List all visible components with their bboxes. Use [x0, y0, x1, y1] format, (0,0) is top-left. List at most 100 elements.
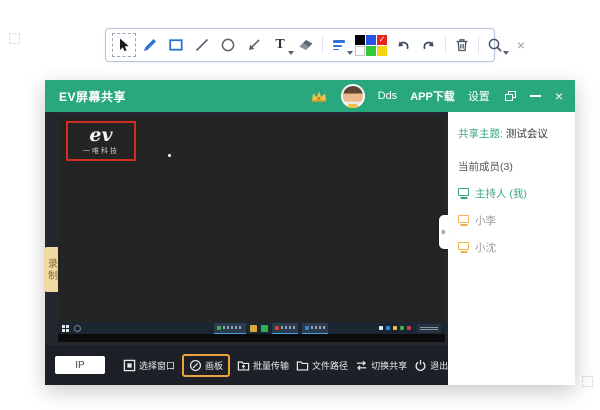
ip-button[interactable]: IP [55, 356, 105, 374]
start-button-icon [62, 325, 69, 332]
batch-transfer-button[interactable]: 批量传输 [237, 359, 289, 372]
select-window-button[interactable]: 选择窗口 [123, 359, 175, 372]
member-row[interactable]: 小李 [458, 213, 569, 228]
annotation-toolbar: T ✓ [105, 28, 495, 62]
toolbar-divider [478, 36, 479, 54]
undo-icon [395, 37, 411, 53]
color-swatch-green[interactable] [366, 46, 376, 56]
redo-button[interactable] [419, 35, 439, 55]
color-swatch-yellow[interactable] [377, 46, 387, 56]
dropdown-caret-icon [288, 51, 294, 55]
switch-share-button[interactable]: 切换共享 [355, 359, 407, 372]
search-icon [74, 325, 81, 332]
line-width-tool[interactable] [329, 35, 349, 55]
remote-system-tray [379, 324, 441, 333]
batch-transfer-icon [237, 359, 250, 372]
file-path-button[interactable]: 文件路径 [296, 359, 348, 372]
redo-icon [421, 37, 437, 53]
undo-button[interactable] [393, 35, 413, 55]
member-row[interactable]: 小沈 [458, 240, 569, 255]
preview-letterbox [58, 334, 445, 342]
ellipse-tool[interactable] [218, 35, 238, 55]
ev-screen-share-window: EV屏幕共享 Dds APP下载 设置 × ev 一唯科技 [45, 80, 575, 385]
text-tool[interactable]: T [270, 35, 290, 55]
cursor-tool[interactable] [114, 35, 134, 55]
app-icon [261, 325, 268, 332]
close-toolbar-button[interactable]: × [511, 35, 531, 55]
switch-share-label: 切换共享 [371, 359, 407, 372]
whiteboard-label: 画板 [205, 359, 223, 372]
switch-share-icon [355, 359, 368, 372]
bottom-buttons: 选择窗口 画板 批量传输 文件路径 [123, 354, 466, 377]
taskbar-task [214, 323, 246, 334]
select-window-label: 选择窗口 [139, 359, 175, 372]
member-name: 小沈 [475, 240, 496, 255]
ev-logo: ev [89, 127, 112, 144]
share-topic: 共享主题: 测试会议 [458, 126, 569, 141]
color-palette: ✓ [355, 35, 387, 56]
window-body: ev 一唯科技 [45, 112, 575, 385]
arrow-tool[interactable] [244, 35, 264, 55]
member-name: 小李 [475, 213, 496, 228]
settings-button[interactable]: 设置 [468, 88, 490, 104]
app-download-button[interactable]: APP下载 [410, 88, 455, 104]
arrow-icon [246, 37, 262, 53]
share-topic-label: 共享主题: [458, 128, 503, 140]
window-title: EV屏幕共享 [59, 88, 126, 105]
member-name: 主持人 (我) [475, 186, 527, 201]
member-row-host[interactable]: 主持人 (我) [458, 186, 569, 201]
taskbar-task [302, 323, 328, 334]
shared-screen-preview: ev 一唯科技 [58, 115, 445, 342]
eraser-icon [298, 37, 314, 53]
window-header: EV屏幕共享 Dds APP下载 设置 × [45, 80, 575, 112]
crop-corner-mark [9, 33, 20, 44]
record-tab[interactable]: 录制 [44, 247, 58, 292]
line-icon [194, 37, 210, 53]
pen-tool[interactable] [140, 35, 160, 55]
dropdown-caret-icon [347, 51, 353, 55]
dropdown-caret-icon [503, 51, 509, 55]
remote-cursor-dot [168, 154, 171, 157]
sidebar-collapse-tab[interactable] [439, 215, 448, 249]
color-swatch-blue[interactable] [366, 35, 376, 45]
clear-trash-button[interactable] [452, 35, 472, 55]
whiteboard-button[interactable]: 画板 [182, 354, 230, 377]
close-icon: × [517, 38, 525, 52]
screenshot-stage: T ✓ [0, 0, 600, 410]
magnifier-icon [487, 37, 503, 53]
clock-area [417, 324, 441, 333]
restore-window-button[interactable] [505, 91, 516, 101]
pen-icon [142, 37, 158, 53]
crop-corner-mark [582, 376, 593, 387]
cursor-icon [116, 37, 132, 53]
toolbar-divider [322, 36, 323, 54]
username-label: Dds [378, 90, 398, 102]
rectangle-icon [168, 37, 184, 53]
rectangle-tool[interactable] [166, 35, 186, 55]
user-avatar[interactable] [341, 84, 365, 108]
ellipse-icon [220, 37, 236, 53]
file-path-icon [296, 359, 309, 372]
eraser-tool[interactable] [296, 35, 316, 55]
vip-crown-icon[interactable] [310, 89, 328, 103]
exit-share-icon [414, 359, 427, 372]
text-tool-glyph: T [275, 38, 284, 52]
share-topic-value: 测试会议 [506, 128, 548, 140]
minimize-button[interactable] [530, 95, 541, 97]
line-tool[interactable] [192, 35, 212, 55]
shared-screen-panel: ev 一唯科技 [45, 112, 448, 385]
color-swatch-red-selected[interactable]: ✓ [377, 35, 387, 45]
remote-taskbar [58, 322, 445, 334]
color-swatch-white[interactable] [355, 46, 365, 56]
line-width-icon [333, 40, 345, 51]
check-icon: ✓ [377, 35, 387, 45]
magnifier-tool[interactable] [485, 35, 505, 55]
logo-annotation-box: ev 一唯科技 [66, 121, 136, 161]
toolbar-divider [445, 36, 446, 54]
select-window-icon [123, 359, 136, 372]
folder-icon [250, 325, 257, 332]
ev-logo-subtitle: 一唯科技 [83, 146, 119, 156]
close-window-button[interactable]: × [555, 89, 563, 103]
color-swatch-black[interactable] [355, 35, 365, 45]
whiteboard-icon [189, 359, 202, 372]
